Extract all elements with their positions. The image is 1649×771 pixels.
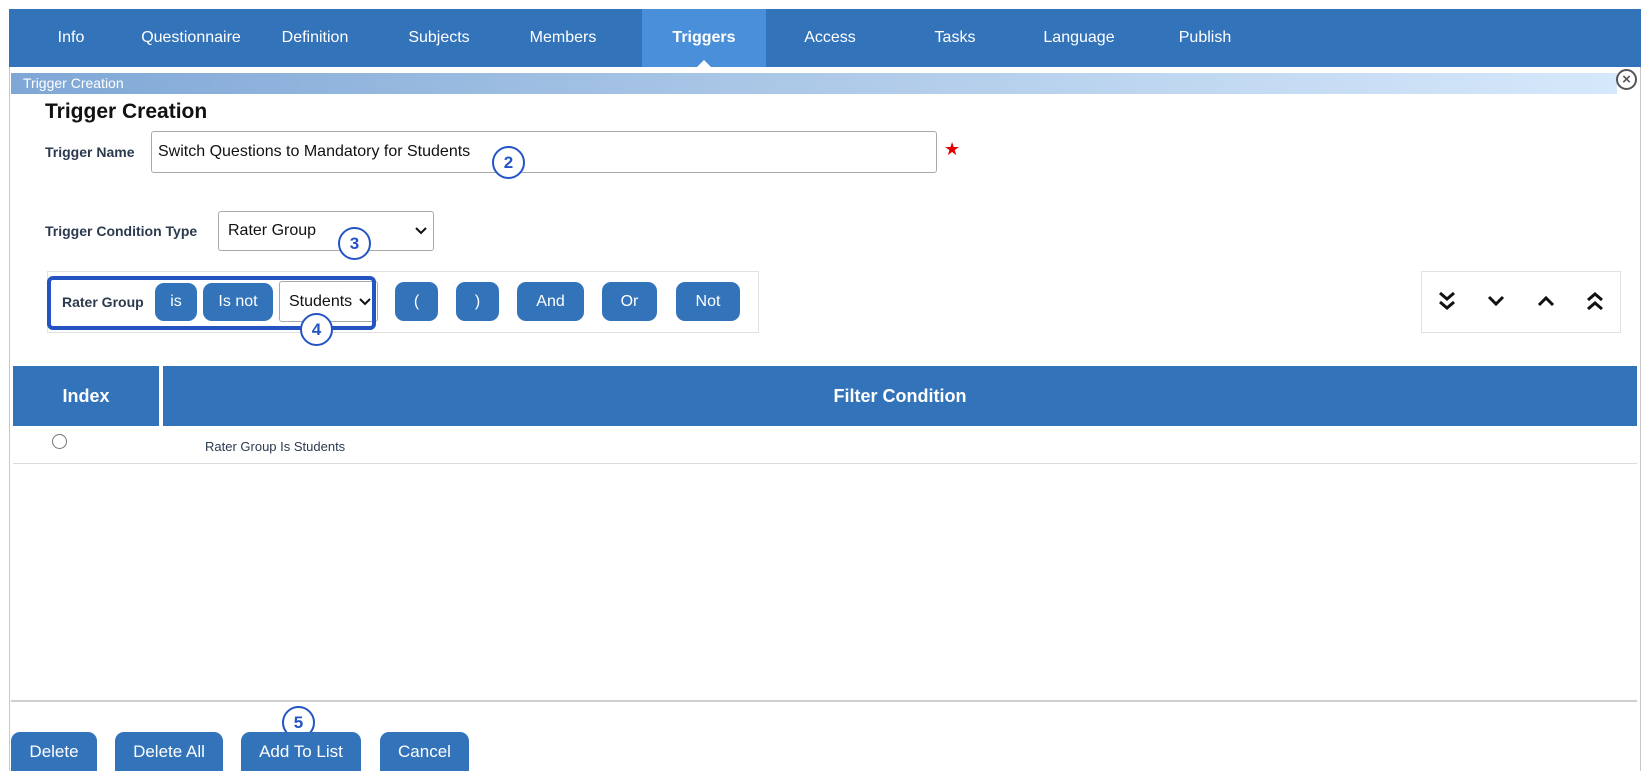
step-badge-4: 4 — [300, 313, 333, 346]
condition-type-select[interactable]: Rater Group — [218, 211, 434, 251]
tab-triggers[interactable]: Triggers — [642, 9, 766, 67]
add-to-list-button[interactable]: Add To List — [241, 732, 361, 771]
condition-type-label: Trigger Condition Type — [45, 223, 198, 239]
delete-all-button[interactable]: Delete All — [115, 732, 223, 771]
tab-members[interactable]: Members — [501, 9, 625, 67]
required-star-icon: ★ — [944, 139, 961, 159]
tab-publish[interactable]: Publish — [1143, 9, 1267, 67]
chevron-down-icon[interactable] — [1479, 281, 1513, 321]
double-chevron-down-icon[interactable] — [1430, 281, 1464, 321]
double-chevron-up-icon[interactable] — [1578, 281, 1612, 321]
filter-condition-cell: Rater Group Is Students — [205, 439, 346, 454]
cancel-button[interactable]: Cancel — [380, 732, 469, 771]
trigger-name-label: Trigger Name — [45, 144, 135, 160]
filter-condition-column-header: Filter Condition — [163, 366, 1637, 426]
open-paren-button[interactable]: ( — [395, 282, 438, 321]
chevron-up-icon[interactable] — [1529, 281, 1563, 321]
tab-subjects[interactable]: Subjects — [377, 9, 501, 67]
close-paren-button[interactable]: ) — [456, 282, 499, 321]
tab-definition[interactable]: Definition — [253, 9, 377, 67]
tab-questionnaire[interactable]: Questionnaire — [129, 9, 253, 67]
or-button[interactable]: Or — [602, 282, 657, 321]
and-button[interactable]: And — [517, 282, 584, 321]
delete-button[interactable]: Delete — [11, 732, 97, 771]
page-title: Trigger Creation — [45, 100, 208, 123]
condition-type-value: Rater Group — [228, 222, 317, 239]
tab-access[interactable]: Access — [768, 9, 892, 67]
trigger-name-input[interactable] — [151, 131, 937, 173]
footer-divider — [11, 700, 1637, 702]
tab-tasks[interactable]: Tasks — [893, 9, 1017, 67]
tab-language[interactable]: Language — [1017, 9, 1141, 67]
step-badge-3: 3 — [338, 227, 371, 260]
row-select-radio[interactable] — [52, 434, 67, 449]
tab-info[interactable]: Info — [9, 9, 133, 67]
chevron-down-icon — [415, 227, 427, 235]
step-badge-2: 2 — [492, 146, 525, 179]
not-button[interactable]: Not — [676, 282, 740, 321]
top-nav: Info Questionnaire Definition Subjects M… — [9, 9, 1641, 67]
panel-header-bar: Trigger Creation — [11, 73, 1617, 94]
index-column-header: Index — [13, 366, 159, 426]
close-icon[interactable]: × — [1616, 69, 1637, 90]
row-divider — [13, 463, 1637, 464]
